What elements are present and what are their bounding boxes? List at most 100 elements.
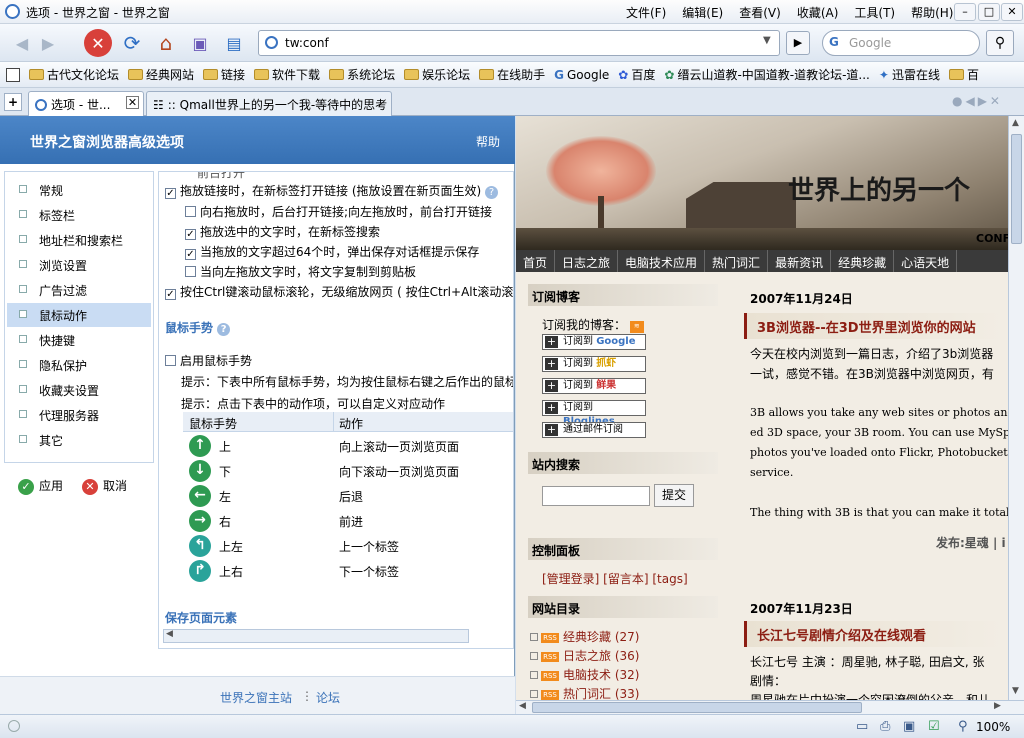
refresh-icon[interactable]: ⟳ (118, 29, 146, 57)
checkbox-unchecked[interactable] (165, 355, 176, 366)
subscribe-bloglines-button[interactable]: +订阅到 Bloglines (542, 400, 646, 427)
dir-item[interactable]: RSS 热门词汇 (33) (530, 685, 639, 700)
gesture-action[interactable]: 向下滚动一页浏览页面 (339, 463, 459, 480)
forum-link[interactable]: 论坛 (316, 689, 340, 706)
gesture-row[interactable]: ↱ 上右 下一个标签 (183, 558, 513, 583)
zoom-icon[interactable]: ⚲ (958, 719, 968, 734)
new-tab-button[interactable]: + (4, 93, 22, 111)
address-input[interactable]: tw:conf (285, 36, 329, 50)
horizontal-scrollbar[interactable]: ◀ (163, 629, 469, 643)
nav-favorites[interactable]: 收藏夹设置 (7, 378, 151, 402)
window-icon[interactable]: ▣ (903, 719, 915, 734)
gesture-row[interactable]: ↑ 上向上滚动一页浏览页面 (183, 433, 513, 458)
bookmark-item[interactable]: 古代文化论坛 (29, 66, 119, 83)
nav-other[interactable]: 其它 (7, 428, 151, 452)
minimize-button[interactable]: – (954, 3, 976, 21)
bookmark-item[interactable]: 百 (948, 66, 979, 83)
blog-nav-home[interactable]: 首页 (516, 250, 556, 272)
address-bar[interactable]: tw:conf ▼ (258, 30, 780, 56)
zoom-level[interactable]: 100% (976, 720, 1010, 734)
blog-nav-hotwords[interactable]: 热门词汇 (705, 250, 769, 272)
option-drag-direction[interactable]: 向右拖放时，后台打开链接;向左拖放时，前台打开链接 (185, 203, 492, 220)
apply-button[interactable]: ✓ 应用 (18, 477, 63, 495)
blog-nav-heart[interactable]: 心语天地 (894, 250, 958, 272)
bookmark-item[interactable]: G Google (554, 68, 609, 82)
menu-view[interactable]: 查看(V) (731, 0, 789, 24)
bookmark-item[interactable]: ✿ 缙云山道教-中国道教-道教论坛-道... (664, 66, 870, 83)
scroll-up-icon[interactable]: ▲ (1012, 118, 1019, 128)
nav-adfilter[interactable]: 广告过滤 (7, 278, 151, 302)
blog-horizontal-scrollbar[interactable]: ◀ ▶ (516, 700, 1024, 714)
blog-nav-journal[interactable]: 日志之旅 (555, 250, 619, 272)
address-dropdown-icon[interactable]: ▼ (763, 35, 771, 46)
scroll-left-icon[interactable]: ◀ (519, 701, 526, 711)
restore-icon[interactable]: ▣ (186, 29, 214, 57)
subscribe-google-button[interactable]: + 订阅到 Google (542, 334, 646, 350)
dir-item[interactable]: RSS 日志之旅 (36) (530, 647, 639, 664)
search-input[interactable]: Google (849, 36, 891, 50)
maximize-button[interactable]: □ (978, 3, 1000, 21)
nav-shortcuts[interactable]: 快捷键 (7, 328, 151, 352)
subscribe-email-button[interactable]: + 通过邮件订阅 (542, 422, 646, 438)
close-tab-icon[interactable]: ✕ (126, 96, 139, 109)
tab-blog[interactable]: ☷:: Qmall世界上的另一个我-等待中的思考 (146, 91, 392, 116)
search-icon[interactable]: ⚲ (986, 30, 1014, 56)
gesture-action[interactable]: 前进 (339, 513, 363, 530)
checkbox-checked[interactable]: ✓ (185, 229, 196, 240)
close-button[interactable]: ✕ (1001, 3, 1023, 21)
bookmark-item[interactable]: 在线助手 (479, 66, 545, 83)
blog-search-input[interactable] (542, 486, 650, 506)
option-drag-link[interactable]: ✓ 拖放链接时，在新标签打开链接 (拖放设置在新页面生效) ? (165, 182, 499, 199)
checkbox-checked[interactable]: ✓ (165, 188, 176, 199)
nav-proxy[interactable]: 代理服务器 (7, 403, 151, 427)
gesture-row[interactable]: → 右前进 (183, 508, 513, 533)
bookmarks-icon[interactable] (6, 67, 20, 82)
home-site-link[interactable]: 世界之窗主站 (220, 689, 292, 706)
stop-icon[interactable]: ✕ (84, 29, 112, 57)
dir-item[interactable]: RSS 电脑技术 (32) (530, 666, 639, 683)
nav-mouse[interactable]: 鼠标动作 (7, 303, 151, 327)
forward-icon[interactable]: ▶ (34, 29, 62, 57)
rss-icon[interactable]: ≋ (629, 321, 644, 333)
nav-general[interactable]: 常规 (7, 178, 151, 202)
menu-tools[interactable]: 工具(T) (846, 0, 903, 24)
scroll-down-icon[interactable]: ▼ (1012, 686, 1019, 696)
gesture-action[interactable]: 下一个标签 (339, 563, 399, 580)
option-drag-left-copy[interactable]: 当向左拖放文字时，将文字复制到剪贴板 (185, 263, 416, 280)
nav-address-search[interactable]: 地址栏和搜索栏 (7, 228, 151, 252)
scroll-thumb[interactable] (1011, 134, 1022, 244)
blog-nav-classics[interactable]: 经典珍藏 (831, 250, 895, 272)
home-icon[interactable]: ⌂ (152, 29, 180, 57)
subscribe-xianguo-button[interactable]: + 订阅到 鲜果 (542, 378, 646, 394)
blog-nav-tech[interactable]: 电脑技术应用 (618, 250, 706, 272)
control-panel-links[interactable]: [管理登录] [留言本] [tags] (542, 570, 688, 587)
bookmark-item[interactable]: ✿ 百度 (618, 66, 655, 83)
bookmark-item[interactable]: 软件下载 (254, 66, 320, 83)
menu-help[interactable]: 帮助(H) (903, 0, 961, 24)
gesture-action[interactable]: 上一个标签 (339, 538, 399, 555)
favorites-icon[interactable]: ▤ (220, 29, 248, 57)
checkbox-checked[interactable]: ✓ (185, 249, 196, 260)
print-icon[interactable]: ⎙ (880, 719, 890, 734)
gesture-action[interactable]: 后退 (339, 488, 363, 505)
scroll-left-icon[interactable]: ◀ (166, 629, 173, 639)
gesture-action[interactable]: 向上滚动一页浏览页面 (339, 438, 459, 455)
post-title[interactable]: 长江七号剧情介绍及在线观看 (744, 621, 1004, 647)
scroll-right-icon[interactable]: ▶ (994, 701, 1001, 711)
screen-icon[interactable]: ▭ (856, 719, 868, 734)
go-button[interactable]: ▶ (786, 31, 810, 55)
help-link[interactable]: 帮助 (476, 133, 500, 150)
vertical-scrollbar[interactable]: ▲ ▼ (1008, 116, 1024, 700)
menu-file[interactable]: 文件(F) (618, 0, 674, 24)
checkbox-unchecked[interactable] (185, 206, 196, 217)
security-icon[interactable]: ☑ (928, 719, 940, 734)
menu-favorites[interactable]: 收藏(A) (789, 0, 847, 24)
post-title[interactable]: 3B浏览器--在3D世界里浏览你的网站 (744, 313, 1004, 339)
search-box[interactable]: G Google (822, 30, 980, 56)
cancel-button[interactable]: ✕ 取消 (82, 477, 127, 495)
gesture-row[interactable]: ↓ 下向下滚动一页浏览页面 (183, 458, 513, 483)
menu-edit[interactable]: 编辑(E) (674, 0, 731, 24)
gesture-row[interactable]: ← 左后退 (183, 483, 513, 508)
blog-nav-news[interactable]: 最新资讯 (768, 250, 832, 272)
option-ctrl-wheel[interactable]: ✓ 按住Ctrl键滚动鼠标滚轮，无级缩放网页 ( 按住Ctrl+Alt滚动滚 (165, 283, 513, 300)
